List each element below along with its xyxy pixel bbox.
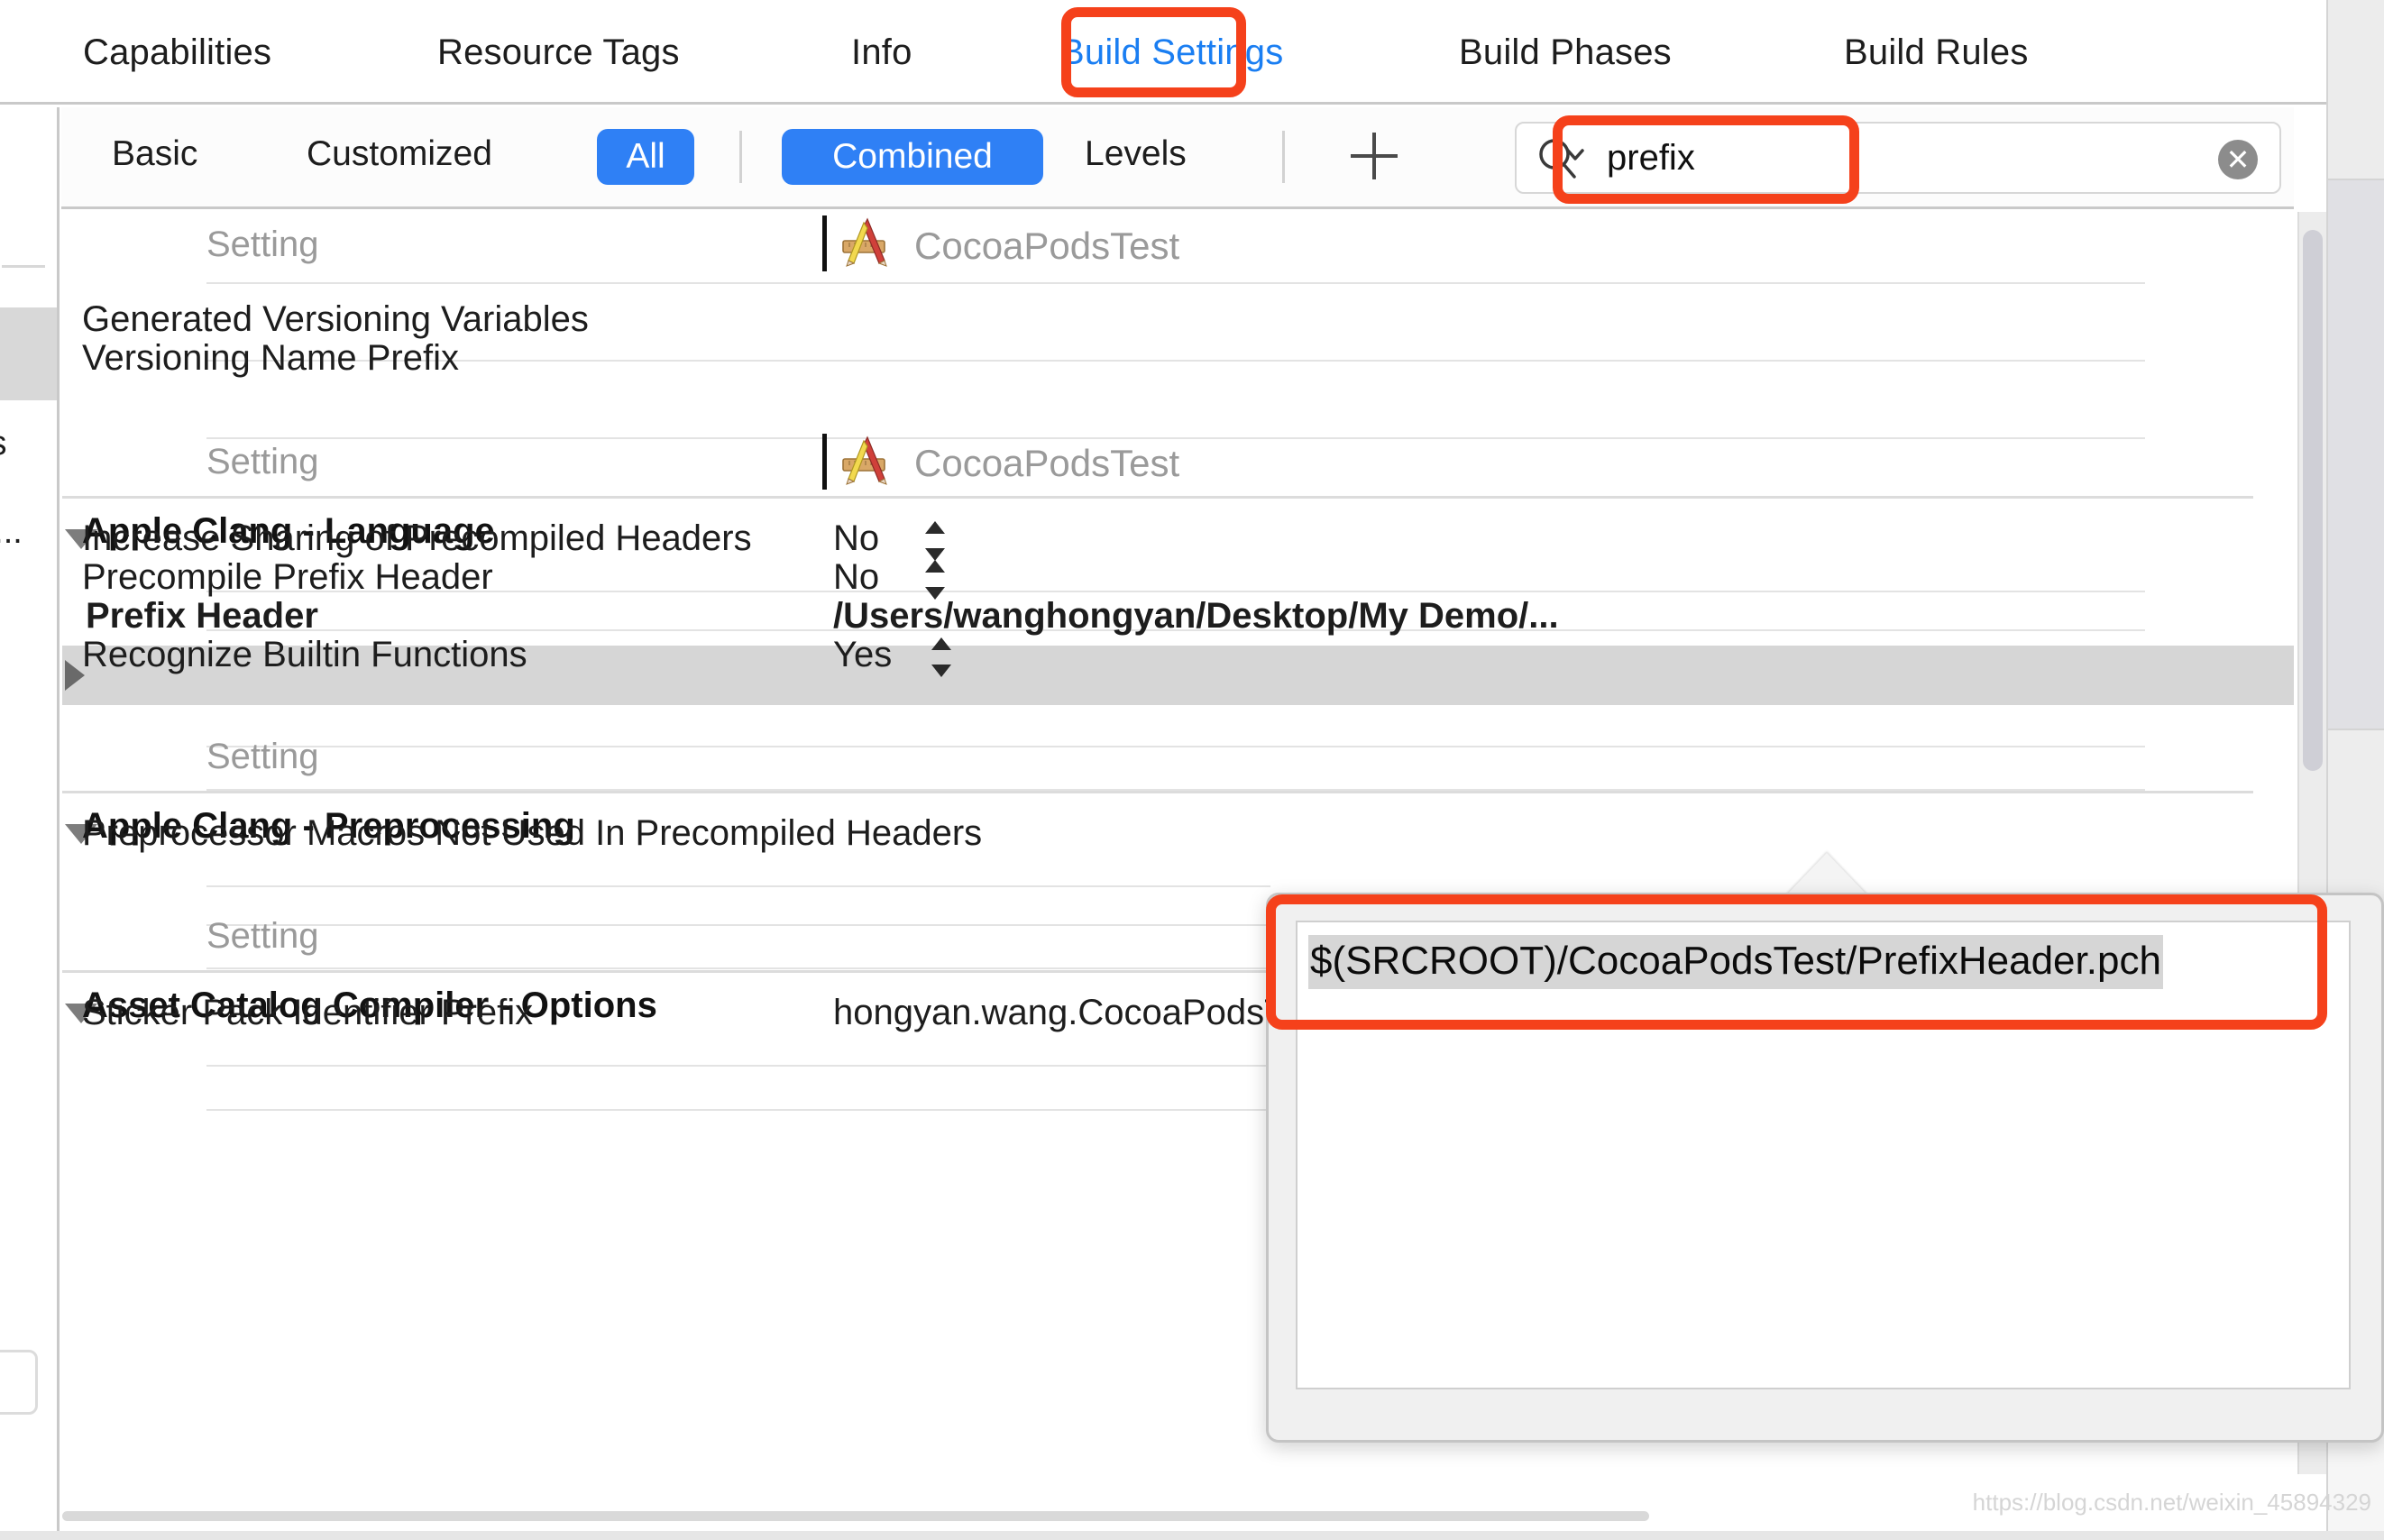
setting-label-recognize-builtin-functions[interactable]: Recognize Builtin Functions — [82, 635, 527, 675]
setting-value-precompile-prefix-header[interactable]: No — [833, 557, 879, 598]
setting-label-generated-versioning-variables[interactable]: Generated Versioning Variables — [82, 299, 589, 340]
xcode-build-settings-screen: Capabilities Resource Tags Info Build Se… — [0, 0, 2384, 1540]
stepper-icon-recognize-builtin-functions[interactable] — [930, 637, 953, 677]
setting-value-increase-sharing-of-precompiled-headers[interactable]: No — [833, 518, 879, 559]
setting-label-versioning-name-prefix[interactable]: Versioning Name Prefix — [82, 338, 459, 379]
column-header-target-1: CocoaPodsTest — [914, 225, 1180, 267]
group-separator — [62, 791, 2253, 793]
row-separator — [206, 967, 1270, 969]
tab-build-rules[interactable]: Build Rules — [1844, 32, 2029, 73]
clear-search-icon[interactable]: ✕ — [2218, 140, 2258, 179]
settings-horizontal-scrollbar[interactable] — [62, 1509, 1748, 1524]
row-separator — [206, 360, 2145, 362]
settings-vertical-scrollbar-thumb[interactable] — [2303, 230, 2323, 771]
window-bottom-strip — [0, 1531, 2384, 1540]
setting-label-prefix-header[interactable]: Prefix Header — [86, 596, 318, 637]
row-separator — [206, 282, 2145, 284]
group-separator — [62, 496, 2253, 499]
row-separator — [206, 1109, 1270, 1111]
tab-build-settings[interactable]: Build Settings — [1060, 32, 1283, 73]
filter-all[interactable]: All — [597, 129, 694, 185]
tab-build-phases[interactable]: Build Phases — [1459, 32, 1672, 73]
search-icon — [1536, 136, 1587, 181]
toolbar-divider-2 — [1282, 131, 1285, 183]
row-separator — [206, 885, 1270, 887]
stepper-icon-precompile-prefix-header[interactable] — [923, 560, 947, 600]
row-separator — [206, 591, 2145, 592]
editor-tab-bar: Capabilities Resource Tags Info Build Se… — [0, 0, 2384, 105]
xcode-app-icon-1 — [839, 217, 895, 268]
utilities-cell — [2328, 180, 2384, 730]
utilities-cell — [2328, 0, 2384, 180]
column-header-target-2: CocoaPodsTest — [914, 442, 1180, 484]
row-separator — [206, 437, 2145, 439]
setting-value-prefix-header[interactable]: /Users/wanghongyan/Desktop/My Demo/... — [833, 596, 1559, 637]
prefix-header-value-text: $(SRCROOT)/CocoaPodsTest/PrefixHeader.pc… — [1308, 935, 2163, 989]
column-header-setting-4: Setting — [206, 916, 319, 956]
navigator-edge: ts e... — [0, 107, 60, 1540]
navigator-item-fragment-b[interactable]: e... — [0, 513, 23, 552]
column-split-1 — [822, 215, 827, 271]
search-query-text: prefix — [1607, 138, 1695, 178]
tab-info[interactable]: Info — [851, 32, 912, 73]
navigator-item-fragment-a[interactable]: ts — [0, 425, 7, 463]
filter-customized[interactable]: Customized — [307, 134, 492, 174]
search-input[interactable]: prefix ✕ — [1515, 122, 2281, 194]
tab-resource-tags[interactable]: Resource Tags — [437, 32, 680, 73]
xcode-app-icon-2 — [839, 435, 895, 486]
setting-value-recognize-builtin-functions[interactable]: Yes — [833, 635, 892, 675]
column-header-setting-2: Setting — [206, 442, 319, 481]
setting-label-preprocessor-macros-not-used-in-precompiled-headers[interactable]: Preprocessor Macros Not Used In Precompi… — [82, 813, 982, 854]
setting-label-precompile-prefix-header[interactable]: Precompile Prefix Header — [82, 557, 493, 598]
row-separator — [206, 1065, 1270, 1067]
column-header-setting-1: Setting — [206, 225, 319, 264]
column-split-2 — [822, 434, 827, 490]
prefix-header-value-textarea[interactable]: $(SRCROOT)/CocoaPodsTest/PrefixHeader.pc… — [1296, 921, 2351, 1389]
watermark: https://blog.csdn.net/weixin_45894329 — [1972, 1489, 2371, 1516]
settings-horizontal-scrollbar-thumb[interactable] — [62, 1511, 1649, 1521]
toolbar-divider-1 — [739, 131, 742, 183]
row-separator — [206, 924, 1270, 926]
navigator-filter-field[interactable] — [0, 1350, 38, 1415]
popover-arrow — [1785, 853, 1868, 896]
stepper-icon-increase-sharing[interactable] — [923, 521, 947, 561]
add-setting-button[interactable] — [1347, 129, 1401, 183]
filter-levels[interactable]: Levels — [1085, 134, 1187, 174]
setting-label-increase-sharing-of-precompiled-headers[interactable]: Increase Sharing of Precompiled Headers — [82, 518, 752, 559]
prefix-header-value-popover: $(SRCROOT)/CocoaPodsTest/PrefixHeader.pc… — [1266, 893, 2384, 1443]
filter-combined[interactable]: Combined — [782, 129, 1043, 185]
navigator-selected-row[interactable] — [0, 307, 57, 400]
group-separator — [62, 970, 1270, 973]
row-separator — [206, 746, 2145, 747]
navigator-rule-1 — [2, 265, 45, 268]
column-header-setting-3: Setting — [206, 737, 319, 776]
setting-label-sticker-pack-identifier-prefix[interactable]: Sticker Pack Identifier Prefix — [82, 993, 533, 1033]
filter-basic[interactable]: Basic — [112, 134, 197, 174]
tab-capabilities[interactable]: Capabilities — [83, 32, 271, 73]
